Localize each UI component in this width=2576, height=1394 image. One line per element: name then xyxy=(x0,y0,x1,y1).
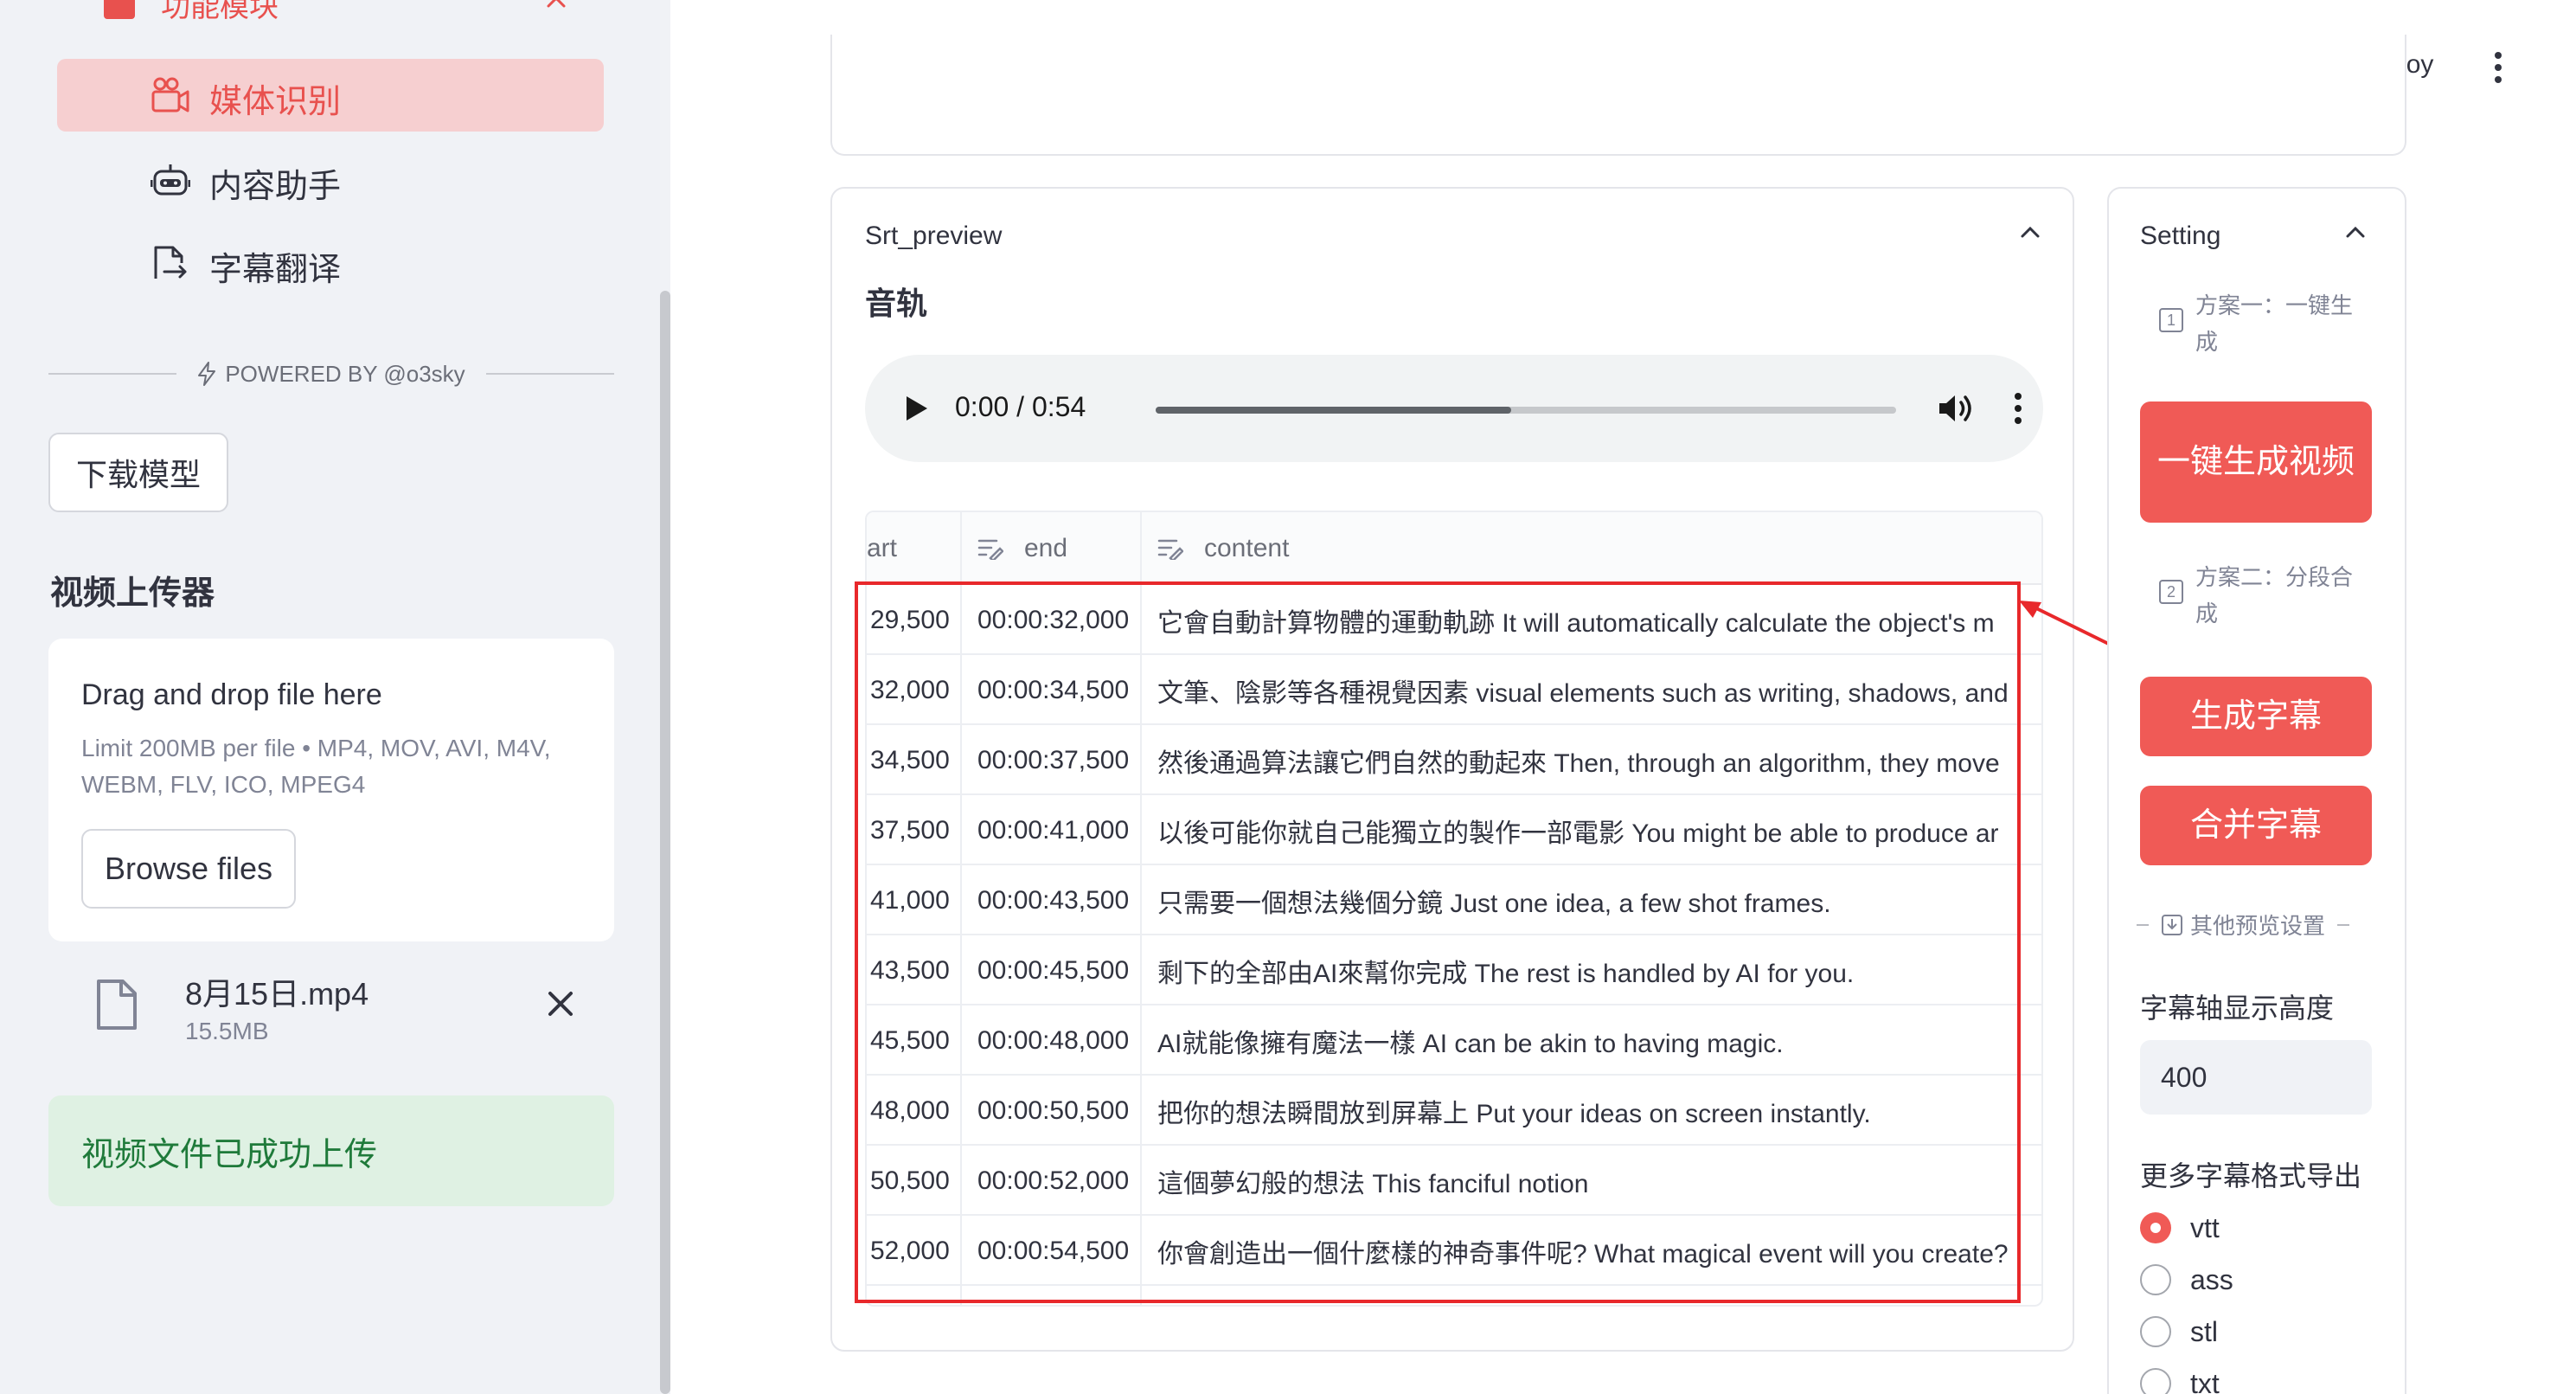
browse-files-button[interactable]: Browse files xyxy=(81,829,296,909)
lightning-icon xyxy=(198,362,216,386)
uploader-heading: 视频上传器 xyxy=(50,575,215,612)
other-settings-label: 其他预览设置 xyxy=(2190,913,2326,939)
text-edit-icon xyxy=(977,539,1003,560)
subtitle-height-input[interactable]: 400 xyxy=(2140,1040,2372,1115)
dropzone-title: Drag and drop file here xyxy=(81,678,382,711)
sidebar-item-subtitle-translation[interactable]: 字幕翻译 xyxy=(57,227,604,299)
download-model-button[interactable]: 下载模型 xyxy=(48,433,228,512)
audio-progress-bar[interactable] xyxy=(1156,407,1896,414)
robot-icon xyxy=(151,164,190,196)
plan-two-label: 2 方案二：分段合成 xyxy=(2159,559,2367,632)
uploaded-file-item: 8月15日.mp4 15.5MB xyxy=(48,960,614,1056)
radio-option-ass[interactable]: ass xyxy=(2140,1258,2233,1301)
radio-button[interactable] xyxy=(2140,1316,2171,1347)
module-icon xyxy=(104,0,135,19)
radio-button[interactable] xyxy=(2140,1368,2171,1394)
more-options-icon[interactable] xyxy=(2014,391,2022,426)
success-message: 视频文件已成功上传 xyxy=(81,1136,378,1173)
merge-subtitle-button[interactable]: 合并字幕 xyxy=(2140,786,2372,865)
divider-dash xyxy=(2137,923,2149,926)
number-two-icon: 2 xyxy=(2159,580,2183,604)
divider-dash xyxy=(2337,923,2350,926)
uploaded-file-size: 15.5MB xyxy=(185,1018,269,1044)
play-icon[interactable] xyxy=(903,395,929,422)
divider-line xyxy=(48,373,177,375)
radio-option-vtt[interactable]: vtt xyxy=(2140,1206,2220,1249)
sidebar-item-label: 内容助手 xyxy=(209,169,342,205)
radio-option-txt[interactable]: txt xyxy=(2140,1362,2220,1394)
audio-heading: 音轨 xyxy=(865,286,928,321)
column-header-content[interactable]: content xyxy=(1157,512,1289,585)
file-icon xyxy=(97,980,137,1030)
table-header: art end content xyxy=(867,512,2041,585)
radio-button[interactable] xyxy=(2140,1264,2171,1295)
close-icon[interactable] xyxy=(543,986,578,1021)
download-box-icon xyxy=(2162,914,2182,935)
radio-option-stl[interactable]: stl xyxy=(2140,1310,2218,1353)
text-edit-icon xyxy=(1157,539,1183,560)
one-click-generate-video-button[interactable]: 一键生成视频 xyxy=(2140,401,2372,523)
sidebar-scrollbar[interactable] xyxy=(660,291,670,1394)
radio-button[interactable] xyxy=(2140,1212,2171,1243)
subtitle-height-label: 字幕轴显示高度 xyxy=(2140,993,2335,1024)
nav-section-header[interactable]: 功能模块 xyxy=(104,0,279,23)
dropzone-limit: Limit 200MB per file • MP4, MOV, AVI, M4… xyxy=(81,735,551,798)
powered-by-label: POWERED BY @o3sky xyxy=(225,360,465,387)
radio-label: txt xyxy=(2190,1367,2220,1394)
media-recognition-icon xyxy=(151,77,189,112)
sidebar-item-label: 字幕翻译 xyxy=(209,252,342,288)
audio-time: 0:00 / 0:54 xyxy=(955,391,1086,422)
audio-player: 0:00 / 0:54 xyxy=(865,355,2043,462)
sidebar-item-content-assistant[interactable]: 内容助手 xyxy=(57,144,604,216)
uploaded-file-name: 8月15日.mp4 xyxy=(185,976,369,1012)
plan-two-text: 方案二：分段合成 xyxy=(2195,564,2354,626)
powered-by-divider: POWERED BY @o3sky xyxy=(48,357,615,391)
column-header-label: art xyxy=(867,534,898,562)
nav-section-label: 功能模块 xyxy=(161,0,279,23)
document-translate-icon xyxy=(154,246,187,279)
sidebar-item-label: 媒体识别 xyxy=(209,84,342,120)
chevron-up-icon[interactable] xyxy=(2342,220,2368,246)
audio-progress-fill xyxy=(1156,407,1511,414)
export-formats-label: 更多字幕格式导出 xyxy=(2140,1160,2362,1192)
plan-one-label: 1 方案一：一键生成 xyxy=(2159,287,2367,360)
previous-panel xyxy=(830,35,2406,156)
column-header-label: content xyxy=(1204,534,1290,562)
column-header-end[interactable]: end xyxy=(977,512,1067,585)
plan-one-text: 方案一：一键生成 xyxy=(2195,292,2354,355)
other-settings-toggle[interactable]: 其他预览设置 xyxy=(2137,909,2379,941)
srt-preview-title: Srt_preview xyxy=(865,222,1003,250)
radio-label: stl xyxy=(2190,1315,2218,1347)
sidebar-item-media-recognition[interactable]: 媒体识别 xyxy=(57,59,604,132)
chevron-up-icon[interactable] xyxy=(2017,220,2043,246)
divider-line xyxy=(485,373,615,375)
column-header-label: end xyxy=(1024,534,1068,562)
radio-label: vtt xyxy=(2190,1211,2220,1243)
number-one-icon: 1 xyxy=(2159,308,2183,332)
column-header-start[interactable]: art xyxy=(867,512,897,585)
upload-success-alert: 视频文件已成功上传 xyxy=(48,1095,614,1206)
volume-icon[interactable] xyxy=(1938,391,1976,426)
main-menu-icon[interactable] xyxy=(2491,50,2505,85)
sidebar: 功能模块 媒体识别 内容助手 字幕翻译 POWERED BY @o3sky 下载… xyxy=(0,0,670,1394)
chevron-up-icon[interactable] xyxy=(543,0,569,16)
generate-subtitle-button[interactable]: 生成字幕 xyxy=(2140,677,2372,756)
file-dropzone[interactable]: Drag and drop file here Limit 200MB per … xyxy=(48,639,614,941)
setting-title: Setting xyxy=(2140,222,2221,250)
highlight-annotation xyxy=(855,581,2021,1303)
radio-label: ass xyxy=(2190,1263,2233,1295)
powered-by-text: POWERED BY @o3sky xyxy=(176,361,485,388)
